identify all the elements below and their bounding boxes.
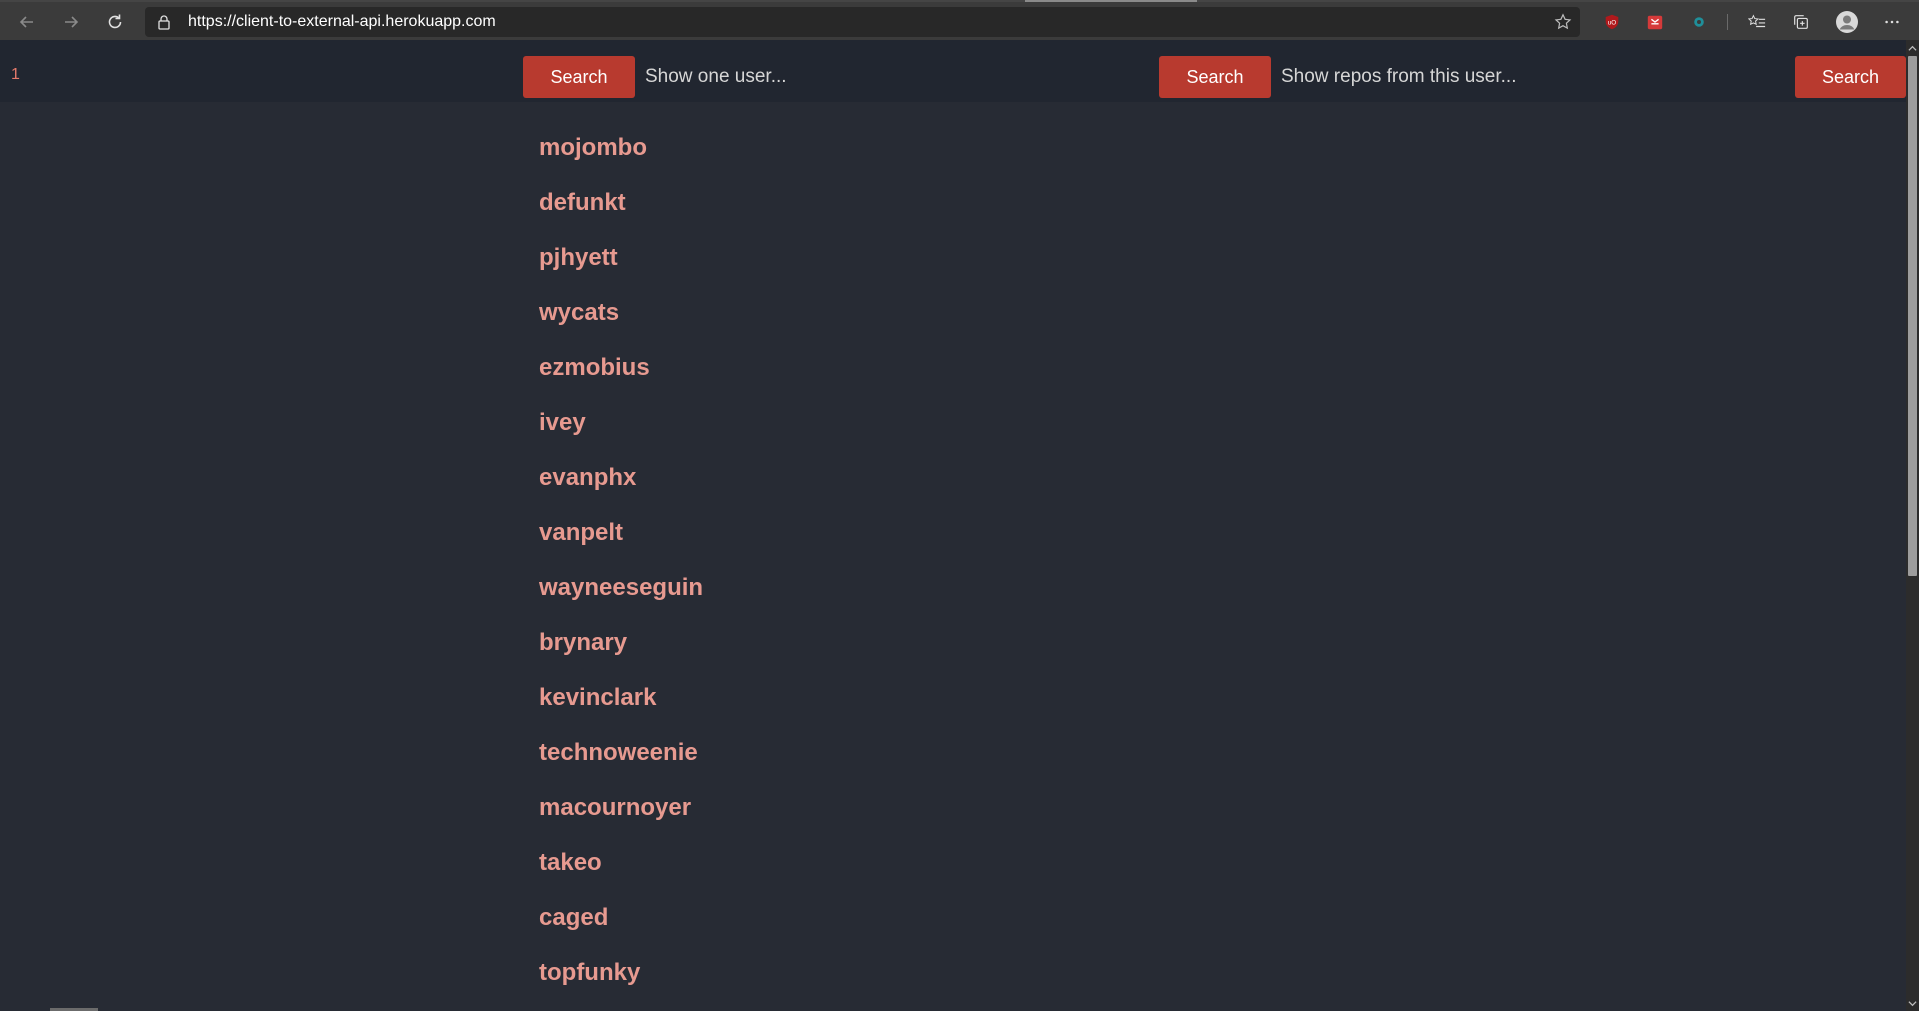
ublock-extension-button[interactable]: uO	[1602, 12, 1622, 32]
tab-indicator	[1025, 0, 1197, 2]
user-link[interactable]: brynary	[539, 629, 627, 656]
list-item: technoweenie	[539, 725, 703, 780]
user-link[interactable]: wayneeseguin	[539, 574, 703, 601]
list-item: caged	[539, 890, 703, 945]
user-link[interactable]: defunkt	[539, 189, 626, 216]
user-link[interactable]: kevinclark	[539, 684, 656, 711]
extension-teal-button[interactable]	[1689, 12, 1709, 32]
refresh-button[interactable]	[99, 8, 131, 36]
vertical-scrollbar[interactable]	[1906, 40, 1919, 1011]
list-item: takeo	[539, 835, 703, 890]
collections-icon	[1794, 15, 1808, 29]
list-item: wayneeseguin	[539, 560, 703, 615]
user-link[interactable]: caged	[539, 904, 608, 931]
back-icon	[19, 16, 33, 28]
list-item: topfunky	[539, 945, 703, 1000]
list-item: wycats	[539, 285, 703, 340]
forward-button[interactable]	[55, 8, 87, 36]
search-bar: 1 Search Search Search	[0, 40, 1906, 102]
user-link[interactable]: evanphx	[539, 464, 636, 491]
collections-button[interactable]	[1791, 12, 1811, 32]
user-link[interactable]: takeo	[539, 849, 602, 876]
extension-button[interactable]	[1645, 12, 1665, 32]
user-link[interactable]: mojombo	[539, 134, 647, 161]
favorites-button[interactable]	[1747, 12, 1767, 32]
user-link[interactable]: topfunky	[539, 959, 640, 986]
user-link[interactable]: pjhyett	[539, 244, 618, 271]
scroll-up-icon[interactable]	[1907, 42, 1918, 54]
user-link[interactable]: ezmobius	[539, 354, 650, 381]
search-repos-button[interactable]: Search	[1795, 56, 1906, 98]
search-users-button[interactable]: Search	[523, 56, 635, 98]
lock-icon	[158, 15, 170, 30]
list-item: ezmobius	[539, 340, 703, 395]
user-link[interactable]: technoweenie	[539, 739, 698, 766]
user-link[interactable]: ivey	[539, 409, 586, 436]
list-item: macournoyer	[539, 780, 703, 835]
list-item: ivey	[539, 395, 703, 450]
forward-icon	[65, 16, 79, 28]
list-item: evanphx	[539, 450, 703, 505]
user-link[interactable]: macournoyer	[539, 794, 691, 821]
list-item: pjhyett	[539, 230, 703, 285]
extension-teal-icon	[1694, 17, 1704, 27]
star-icon[interactable]	[1554, 13, 1572, 31]
address-bar[interactable]: https://client-to-external-api.herokuapp…	[145, 7, 1580, 37]
more-icon	[1885, 20, 1899, 24]
page-number: 1	[11, 66, 20, 83]
more-button[interactable]	[1882, 12, 1902, 32]
list-item: vanpelt	[539, 505, 703, 560]
scroll-down-icon[interactable]	[1907, 997, 1918, 1009]
user-link[interactable]: wycats	[539, 299, 619, 326]
list-item: brynary	[539, 615, 703, 670]
search-user-button[interactable]: Search	[1159, 56, 1271, 98]
browser-toolbar: https://client-to-external-api.herokuapp…	[0, 0, 1919, 40]
list-item: mojombo	[539, 120, 703, 175]
toolbar-separator	[1727, 14, 1728, 30]
page-content: 1 Search Search Search mojombo defunkt p…	[0, 40, 1906, 1011]
back-button[interactable]	[11, 8, 43, 36]
ublock-icon: uO	[1605, 14, 1619, 30]
refresh-icon	[108, 14, 122, 29]
favorites-icon	[1748, 14, 1766, 28]
user-list: mojombo defunkt pjhyett wycats ezmobius …	[539, 120, 703, 1000]
address-url[interactable]: https://client-to-external-api.herokuapp…	[188, 7, 496, 37]
user-search-input[interactable]	[635, 56, 1147, 98]
repos-search-input[interactable]	[1271, 56, 1783, 98]
profile-button[interactable]	[1835, 10, 1859, 34]
list-item: defunkt	[539, 175, 703, 230]
user-link[interactable]: vanpelt	[539, 519, 623, 546]
extension-icon	[1647, 15, 1663, 30]
svg-text:uO: uO	[1608, 20, 1617, 27]
profile-icon	[1836, 11, 1858, 33]
scroll-thumb[interactable]	[1908, 56, 1917, 576]
list-item: kevinclark	[539, 670, 703, 725]
